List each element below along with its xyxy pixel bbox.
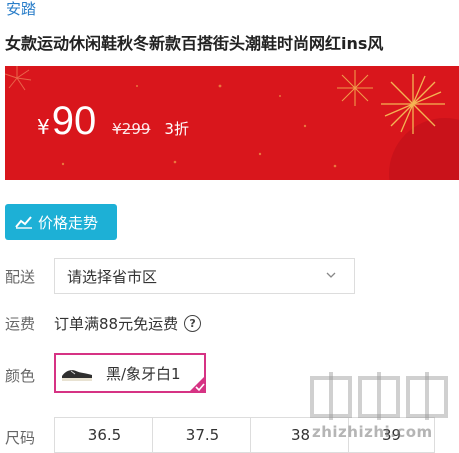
shipping-label: 运费 (5, 315, 36, 333)
original-price: ¥299 (112, 120, 151, 138)
shipping-text: 订单满88元免运费 (54, 315, 179, 333)
price-trend-button[interactable]: 价格走势 (5, 204, 117, 240)
trend-chart-icon (15, 216, 32, 229)
region-select[interactable]: 请选择省市区 (54, 258, 355, 294)
region-select-value: 请选择省市区 (67, 267, 158, 286)
delivery-label: 配送 (5, 268, 36, 286)
color-option-label: 黑/象牙白1 (106, 364, 181, 383)
watermark-text: zhizhizhi.com (312, 423, 433, 441)
shipping-info: 订单满88元免运费 ? (54, 313, 202, 334)
price-display: ¥ 90 ¥299 3折 (37, 99, 189, 143)
current-price: 90 (51, 99, 97, 143)
size-option[interactable]: 36.5 (54, 417, 155, 453)
price-banner: ¥ 90 ¥299 3折 (5, 66, 459, 180)
question-circle-icon[interactable]: ? (184, 315, 202, 332)
price-trend-label: 价格走势 (38, 213, 99, 232)
color-label: 颜色 (5, 367, 36, 385)
color-option-selected[interactable]: 黑/象牙白1 (54, 353, 206, 393)
chevron-down-icon (326, 272, 336, 278)
size-option[interactable]: 37.5 (152, 417, 253, 453)
currency-symbol: ¥ (37, 115, 50, 139)
discount-label: 3折 (164, 120, 189, 138)
check-corner-icon (188, 375, 206, 393)
size-label: 尺码 (5, 429, 36, 447)
brand-link[interactable]: 安踏 (6, 0, 36, 18)
shoe-thumbnail (62, 370, 92, 381)
product-title: 女款运动休闲鞋秋冬新款百搭街头潮鞋时尚网红ins风 (5, 34, 384, 53)
